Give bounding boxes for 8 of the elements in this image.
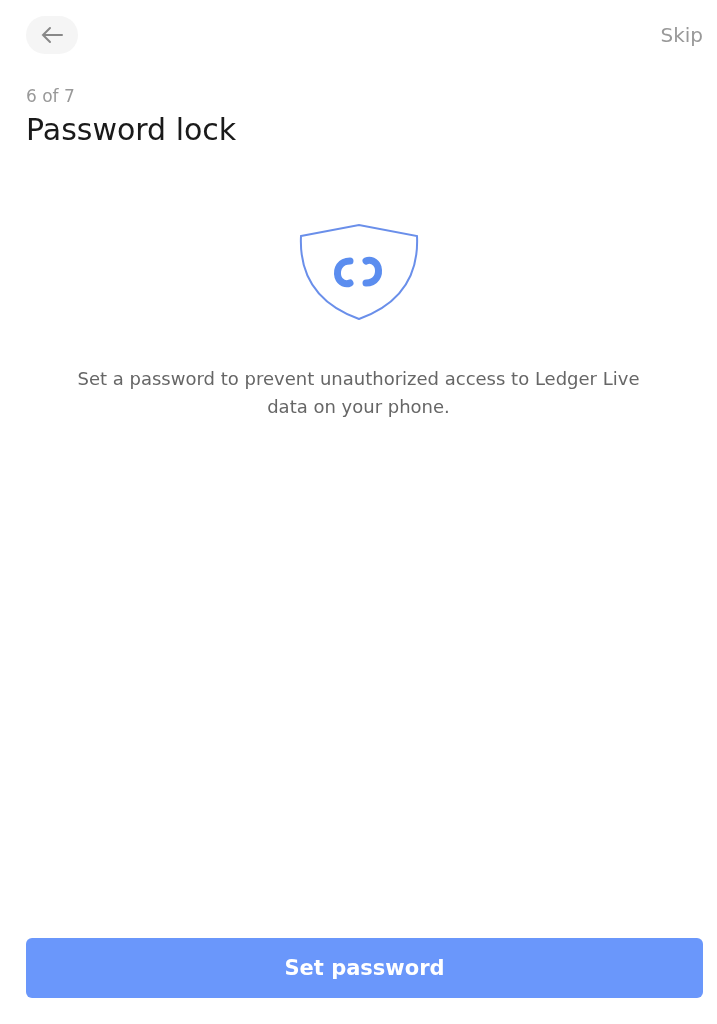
skip-button[interactable]: Skip [660, 19, 703, 51]
shield-icon [297, 223, 420, 321]
set-password-button[interactable]: Set password [26, 938, 703, 998]
step-counter: 6 of 7 [26, 86, 76, 106]
page-title: Password lock [26, 112, 238, 147]
back-button[interactable] [26, 16, 78, 54]
back-arrow-icon [40, 25, 64, 45]
description: Set a password to prevent unauthorized access to Ledger Live data on your phone. [76, 367, 641, 419]
